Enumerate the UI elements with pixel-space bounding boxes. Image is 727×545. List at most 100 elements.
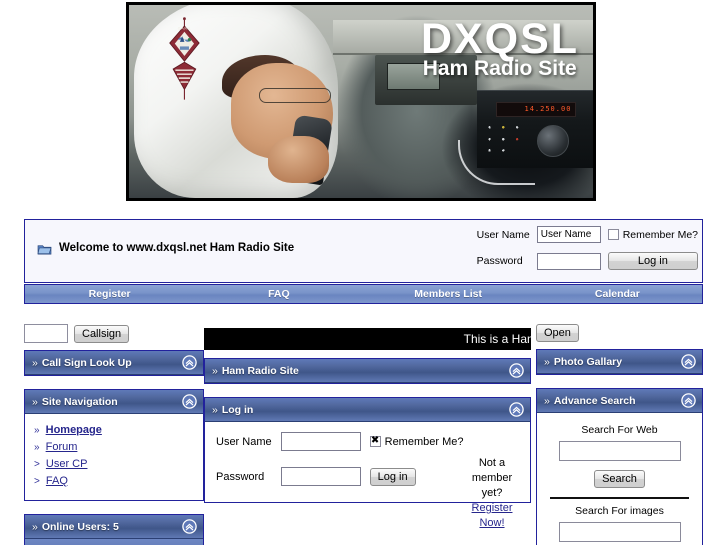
- panel-body: Search For Web Search Search For images: [537, 413, 702, 545]
- list-item: » Forum: [34, 439, 194, 456]
- bullet-icon: »: [212, 364, 218, 377]
- collapse-icon[interactable]: [681, 393, 696, 408]
- panel-log-in: »Log in User Name Remember Me?: [204, 397, 531, 529]
- list-item: » Homepage: [34, 422, 194, 439]
- panel-header[interactable]: » Call Sign Look Up: [25, 351, 203, 375]
- panel-ham-radio-site: » Ham Radio Site: [204, 358, 531, 384]
- search-images-input[interactable]: [558, 522, 681, 542]
- site-banner: Q.A.R.S. DXQSL Ham Radio Site: [126, 2, 596, 201]
- login-submit-cell: Log in: [369, 467, 464, 486]
- panel-title: » Ham Radio Site: [212, 364, 299, 377]
- banner-operator-hand: [268, 136, 329, 183]
- search-web-label: Search For Web: [581, 424, 658, 436]
- header-remember-label: Remember Me?: [622, 228, 698, 241]
- panel-header[interactable]: » Online Users: 5: [25, 515, 203, 539]
- open-controls: Open: [536, 324, 703, 342]
- panel-site-navigation: » Site Navigation » Homepage » Forum > U…: [24, 389, 204, 501]
- login-submit-button[interactable]: Log in: [369, 468, 416, 486]
- nav-link-homepage[interactable]: Homepage: [46, 424, 102, 436]
- callsign-lookup-controls: Callsign: [24, 324, 204, 343]
- register-now-link-line-1[interactable]: Register: [472, 502, 513, 514]
- list-item: > FAQ: [34, 473, 194, 490]
- header-username-input[interactable]: [536, 226, 601, 243]
- not-member-line-3: yet?: [481, 487, 503, 499]
- panel-advance-search: » Advance Search Search For Web Search Se…: [536, 388, 703, 545]
- banner-operator-glasses: [258, 87, 331, 104]
- center-login-form: User Name Remember Me? Password Log in: [214, 428, 463, 492]
- panel-title: » Call Sign Look Up: [32, 356, 132, 369]
- bullet-icon: >: [34, 459, 40, 470]
- banner-tuning-dial: [537, 124, 570, 157]
- collapse-icon[interactable]: [182, 355, 197, 370]
- bullet-icon: »: [544, 355, 550, 368]
- login-password-input[interactable]: [280, 467, 361, 486]
- panel-title: » Photo Gallary: [544, 355, 623, 368]
- collapse-icon[interactable]: [509, 363, 524, 378]
- page-root: Q.A.R.S. DXQSL Ham Radio Site Welcome to…: [0, 0, 727, 545]
- panel-online-users: » Online Users: 5: [24, 514, 204, 545]
- login-remember-me[interactable]: Remember Me?: [369, 435, 464, 448]
- list-item: > User CP: [34, 456, 194, 473]
- welcome-row: Welcome to www.dxqsl.net Ham Radio Site: [37, 242, 294, 255]
- bullet-icon: »: [32, 520, 38, 533]
- search-button[interactable]: Search: [594, 470, 645, 488]
- nav-item-members-list[interactable]: Members List: [364, 288, 533, 300]
- banner-subtitle: Ham Radio Site: [422, 57, 577, 81]
- nav-item-faq[interactable]: FAQ: [194, 288, 363, 300]
- bullet-icon: »: [34, 425, 40, 436]
- not-member-line-2: member: [471, 472, 513, 484]
- bullet-icon: >: [34, 476, 40, 487]
- panel-call-sign-look-up: » Call Sign Look Up: [24, 350, 204, 376]
- search-images-label: Search For images: [575, 505, 664, 517]
- login-password-label: Password: [216, 470, 265, 483]
- nav-item-calendar[interactable]: Calendar: [533, 288, 702, 300]
- nav-link-forum[interactable]: Forum: [46, 441, 78, 453]
- panel-header[interactable]: » Site Navigation: [25, 390, 203, 414]
- login-remember-label: Remember Me?: [384, 435, 464, 448]
- bullet-icon: »: [544, 394, 550, 407]
- online-users-body: [25, 539, 203, 545]
- site-navigation-list: » Homepage » Forum > User CP > FAQ: [34, 422, 194, 490]
- nav-link-faq[interactable]: FAQ: [46, 475, 68, 487]
- header-login-button[interactable]: Log in: [607, 252, 698, 270]
- collapse-icon[interactable]: [509, 402, 524, 417]
- header-login-form: User Name Remember Me? Password Log in: [477, 226, 698, 270]
- callsign-input[interactable]: [24, 324, 68, 343]
- bullet-icon: »: [32, 356, 38, 369]
- header-remember-me[interactable]: Remember Me?: [607, 228, 698, 241]
- banner-frequency-display: [495, 101, 577, 117]
- bullet-icon: »: [32, 395, 38, 408]
- middle-column: This is a Ham R »Ham Radio Site »Log in: [204, 328, 531, 529]
- header-remember-checkbox[interactable]: [607, 229, 619, 240]
- header-password-input[interactable]: [536, 252, 601, 270]
- banner-cable: [458, 140, 535, 185]
- nav-link-user-cp[interactable]: User CP: [46, 458, 88, 470]
- open-button[interactable]: Open: [536, 324, 579, 342]
- nav-item-register[interactable]: Register: [25, 288, 194, 300]
- not-a-member-block: Not a member yet? Register Now!: [463, 456, 521, 531]
- login-remember-checkbox[interactable]: [369, 435, 381, 447]
- panel-header[interactable]: » Log in: [205, 398, 530, 422]
- callsign-button[interactable]: Callsign: [74, 324, 130, 343]
- panel-title: » Log in: [212, 403, 254, 416]
- header-password-label: Password: [476, 255, 523, 267]
- collapse-icon[interactable]: [182, 394, 197, 409]
- panel-body: User Name Remember Me? Password Log in N…: [205, 422, 530, 529]
- bullet-icon: »: [34, 442, 40, 453]
- marquee-text: This is a Ham R: [463, 332, 531, 346]
- main-navbar: Register FAQ Members List Calendar: [24, 284, 703, 304]
- panel-header[interactable]: » Photo Gallary: [537, 350, 702, 374]
- search-web-input[interactable]: [558, 441, 681, 461]
- folder-icon: [37, 242, 52, 255]
- panel-title: » Site Navigation: [32, 395, 118, 408]
- panel-photo-gallary: » Photo Gallary: [536, 349, 703, 375]
- not-member-line-1: Not a: [478, 457, 506, 469]
- left-column: Callsign » Call Sign Look Up » Site Naviga…: [24, 324, 204, 545]
- collapse-icon[interactable]: [681, 354, 696, 369]
- login-username-input[interactable]: [280, 432, 361, 451]
- collapse-icon[interactable]: [182, 519, 197, 534]
- panel-header[interactable]: » Ham Radio Site: [205, 359, 530, 383]
- login-username-label: User Name: [216, 435, 272, 448]
- register-now-link-line-2[interactable]: Now!: [479, 517, 504, 529]
- panel-header[interactable]: » Advance Search: [537, 389, 702, 413]
